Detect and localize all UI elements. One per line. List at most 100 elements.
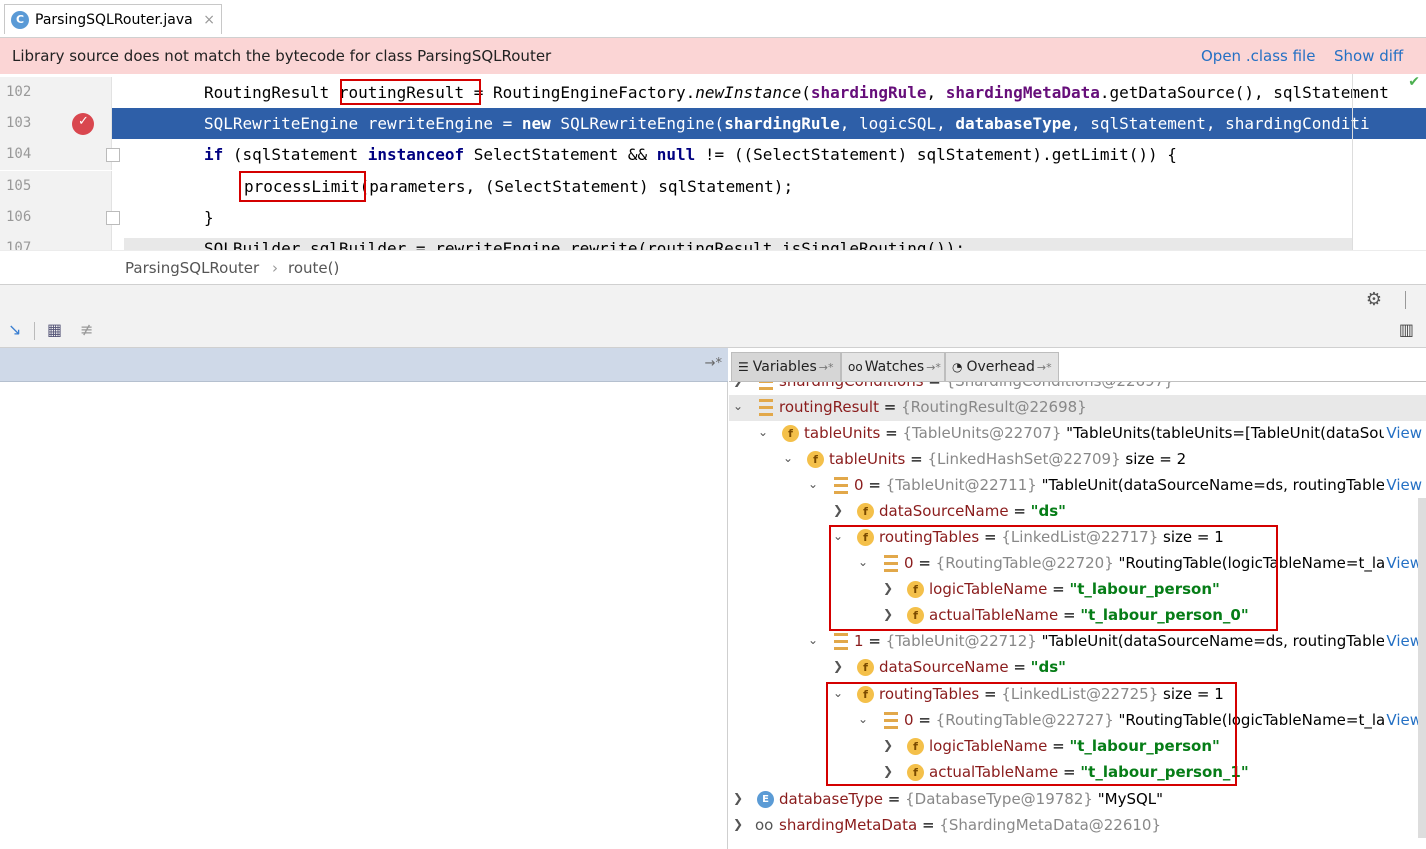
line-number: 102 — [6, 84, 32, 100]
tab-label: Overhead — [966, 359, 1035, 375]
fold-icon[interactable] — [106, 211, 120, 225]
debug-panel-header: ⚙ — [0, 284, 1426, 314]
chevron-right-icon[interactable]: ❯ — [733, 382, 743, 387]
field-icon: f — [807, 451, 824, 468]
tree-row[interactable]: ❯ f dataSourceName = "ds" — [729, 499, 1426, 525]
debug-tabs: ☰ Variables →* oo Watches →* ◔ Overhead … — [729, 352, 1426, 382]
tab-variables[interactable]: ☰ Variables →* — [731, 352, 841, 382]
annotation-box — [826, 682, 1237, 786]
chevron-right-icon[interactable]: ❯ — [733, 817, 743, 831]
mismatch-banner: Library source does not match the byteco… — [0, 38, 1426, 74]
code-text: } — [204, 208, 214, 227]
tree-row[interactable]: ❯ f dataSourceName = "ds" — [729, 655, 1426, 681]
list-icon: ☰ — [738, 360, 749, 374]
chevron-down-icon[interactable]: ⌄ — [808, 633, 818, 647]
breadcrumb-method[interactable]: route() — [288, 259, 339, 277]
layout-options-icon[interactable]: ▥ — [1399, 320, 1414, 339]
chevron-down-icon[interactable]: ⌄ — [758, 425, 768, 439]
code-editor[interactable]: 102 RoutingResult routingResult = Routin… — [0, 74, 1426, 250]
tree-row[interactable]: ⌄ routingResult = {RoutingResult@22698} — [729, 395, 1426, 421]
annotation-box — [340, 79, 481, 105]
step-into-icon[interactable]: ↘ — [8, 320, 21, 339]
gutter: 102 — [0, 77, 112, 108]
chevron-right-icon[interactable]: ❯ — [733, 791, 743, 805]
view-link[interactable]: View — [1384, 632, 1422, 650]
gauge-icon: ◔ — [952, 360, 963, 374]
tree-row[interactable]: ⌄ 1 = {TableUnit@22712} "TableUnit(dataS… — [729, 629, 1426, 655]
vertical-scrollbar[interactable] — [1418, 498, 1426, 838]
code-text: SQLBuilder sqlBuilder = rewriteEngine.re… — [204, 239, 965, 250]
field-icon: f — [857, 503, 874, 520]
line-number: 107 — [6, 240, 32, 250]
gutter: 107 — [0, 233, 112, 250]
code-line: 107 SQLBuilder sqlBuilder = rewriteEngin… — [0, 233, 1426, 250]
frames-panel: →* — [0, 348, 728, 849]
divider — [34, 322, 35, 340]
code-line-current: 103 SQLRewriteEngine rewriteEngine = new… — [0, 108, 1426, 139]
line-number: 106 — [6, 209, 32, 225]
gutter: 106 — [0, 202, 120, 233]
frames-header: →* — [0, 348, 728, 382]
pin-icon[interactable]: →* — [705, 356, 722, 371]
tree-row[interactable]: ❯ oo shardingMetaData = {ShardingMetaDat… — [729, 813, 1426, 839]
show-diff-link[interactable]: Show diff — [1334, 47, 1403, 65]
editor-tab-bar: C ParsingSQLRouter.java × — [0, 0, 1426, 38]
annotation-box — [829, 525, 1278, 631]
right-margin-guide — [1352, 74, 1353, 250]
close-icon[interactable]: × — [203, 12, 215, 28]
restore-layout-icon[interactable]: ≢ — [80, 320, 93, 339]
tab-label: Watches — [864, 359, 925, 375]
gutter: 105 — [0, 171, 112, 202]
tab-label: ParsingSQLRouter.java — [35, 11, 193, 28]
view-link[interactable]: View — [1384, 711, 1422, 729]
variables-panel: ☰ Variables →* oo Watches →* ◔ Overhead … — [729, 348, 1426, 849]
open-class-file-link[interactable]: Open .class file — [1201, 47, 1315, 65]
tab-overhead[interactable]: ◔ Overhead →* — [945, 352, 1059, 382]
pin-icon: →* — [926, 360, 941, 374]
view-link[interactable]: View — [1384, 424, 1422, 442]
pin-icon: →* — [818, 360, 834, 374]
pin-icon: →* — [1036, 360, 1052, 374]
tab-parsing-sql-router[interactable]: C ParsingSQLRouter.java × — [4, 4, 222, 34]
list-icon — [834, 633, 848, 650]
view-link[interactable]: View — [1384, 554, 1422, 572]
enum-icon: E — [757, 791, 774, 808]
gutter: 104 — [0, 139, 120, 170]
tree-row[interactable]: ⌄ 0 = {TableUnit@22711} "TableUnit(dataS… — [729, 473, 1426, 499]
class-icon: C — [11, 10, 29, 29]
chevron-right-icon[interactable]: ❯ — [833, 503, 843, 517]
field-icon: f — [782, 425, 799, 442]
list-icon — [759, 382, 773, 390]
tree-row[interactable]: ⌄ f tableUnits = {LinkedHashSet@22709} s… — [729, 447, 1426, 473]
breakpoint-icon[interactable] — [72, 113, 94, 135]
gutter: 103 — [0, 108, 112, 139]
tab-label: Variables — [752, 359, 817, 375]
tree-row[interactable]: ⌄ f tableUnits = {TableUnits@22707} "Tab… — [729, 421, 1426, 447]
tree-row[interactable]: ❯ shardingConditions = {ShardingConditio… — [729, 382, 1426, 395]
chevron-down-icon[interactable]: ⌄ — [733, 399, 743, 413]
variables-tree: ❯ shardingConditions = {ShardingConditio… — [729, 382, 1426, 849]
breadcrumb: ParsingSQLRouter › route() — [0, 250, 1426, 284]
banner-message: Library source does not match the byteco… — [12, 47, 552, 65]
fold-icon[interactable] — [106, 148, 120, 162]
frames-grid-icon[interactable]: ▦ — [47, 320, 62, 339]
tab-watches[interactable]: oo Watches →* — [841, 352, 945, 382]
code-line: 102 RoutingResult routingResult = Routin… — [0, 77, 1426, 108]
tree-row[interactable]: ❯ E databaseType = {DatabaseType@19782} … — [729, 787, 1426, 813]
divider — [1405, 291, 1406, 309]
chevron-right-icon[interactable]: ❯ — [833, 659, 843, 673]
view-link[interactable]: View — [1384, 476, 1422, 494]
gear-icon[interactable]: ⚙ — [1366, 289, 1382, 310]
chevron-down-icon[interactable]: ⌄ — [783, 451, 793, 465]
code-text: SQLRewriteEngine rewriteEngine = new SQL… — [204, 114, 1370, 133]
watch-icon: oo — [755, 816, 774, 834]
field-icon: f — [857, 659, 874, 676]
line-number: 103 — [6, 115, 32, 131]
list-icon — [834, 477, 848, 494]
breadcrumb-class[interactable]: ParsingSQLRouter — [125, 259, 259, 277]
list-icon — [759, 399, 773, 416]
code-line: 106 } — [0, 202, 1426, 233]
line-number: 105 — [6, 178, 32, 194]
code-text: if (sqlStatement instanceof SelectStatem… — [204, 145, 1177, 164]
chevron-down-icon[interactable]: ⌄ — [808, 477, 818, 491]
